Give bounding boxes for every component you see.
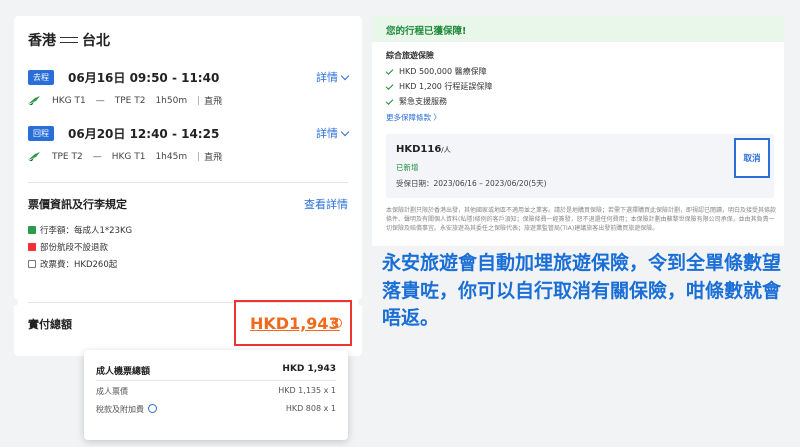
chevron-down-icon xyxy=(340,127,350,136)
no-refund-icon xyxy=(28,243,36,251)
breakdown-head-label: 成人機票總額 xyxy=(96,367,151,377)
breakdown-row: 稅款及附加費 HKD 808 x 1 xyxy=(96,404,336,415)
breakdown-row-label: 稅款及附加費 xyxy=(96,405,144,414)
breakdown-row-label: 成人票價 xyxy=(96,387,128,396)
info-icon[interactable]: i xyxy=(332,318,342,328)
inbound-detail-label: 詳情 xyxy=(316,127,338,140)
outbound-detail-button[interactable]: 詳情 xyxy=(316,69,350,85)
insurance-selection-box: HKD116/人 已新增 受保日期：2023/06/16 – 2023/06/2… xyxy=(386,134,774,198)
rule-refund: 部份航段不設退款 xyxy=(28,241,108,253)
check-icon xyxy=(385,81,394,90)
coverage-text: HKD 1,200 行程延誤保障 xyxy=(399,82,493,91)
airline-logo-icon xyxy=(28,151,40,161)
inbound-type: 直飛 xyxy=(204,153,223,163)
ticket-notch-right xyxy=(358,298,366,306)
info-icon[interactable] xyxy=(148,404,157,413)
outbound-to: TPE T2 xyxy=(114,95,146,106)
insurance-dates: 受保日期：2023/06/16 – 2023/06/20(5天) xyxy=(396,179,547,188)
cancel-insurance-button[interactable]: 取消 xyxy=(734,138,770,178)
more-terms-link[interactable]: 更多保障條款 〉 xyxy=(386,112,441,123)
route-to: 台北 xyxy=(82,33,110,49)
coverage-item: 緊急支援服務 xyxy=(385,96,447,107)
inbound-detail-button[interactable]: 詳情 xyxy=(316,125,350,141)
inbound-segment: 回程 06月20日 12:40 - 14:25 詳情 TPE T2 — HKG … xyxy=(28,124,350,163)
outbound-sep: — xyxy=(95,95,105,106)
breakdown-row-value: HKD 1,135 x 1 xyxy=(278,386,336,395)
rule-refund-text: 部份航段不設退款 xyxy=(40,243,109,253)
outbound-type: 直飛 xyxy=(204,97,223,107)
divider xyxy=(96,380,336,381)
coverage-text: 緊急支援服務 xyxy=(399,97,447,106)
insurance-subtitle: 綜合旅遊保險 xyxy=(386,51,434,60)
outbound-segment: 去程 06月16日 09:50 - 11:40 詳情 HKG T1 — TPE … xyxy=(28,68,350,107)
fare-details-link[interactable]: 查看詳情 xyxy=(304,196,348,212)
insurance-header-text: 您的行程已獲保障! xyxy=(386,26,467,37)
outbound-detail-label: 詳情 xyxy=(316,71,338,84)
outbound-datetime: 06月16日 09:50 - 11:40 xyxy=(68,70,220,85)
total-label: 實付總額 xyxy=(28,318,72,331)
outbound-badge: 去程 xyxy=(28,69,54,85)
total-amount[interactable]: HKD1,943 xyxy=(250,314,340,333)
breakdown-head-value: HKD 1,943 xyxy=(282,364,336,374)
route-title: 香港 台北 xyxy=(28,30,110,50)
insurance-price: HKD116/人 xyxy=(396,144,451,155)
total-highlight-box[interactable]: HKD1,943 i xyxy=(234,300,352,346)
check-icon xyxy=(385,66,394,75)
route-arrow-icon xyxy=(60,37,78,43)
chevron-down-icon xyxy=(340,71,350,80)
inbound-to: HKG T1 xyxy=(111,151,146,162)
rule-baggage-text: 行李額：每成人1*23KG xyxy=(40,226,133,236)
airline-logo-icon xyxy=(28,95,40,105)
annotation-note: 永安旅遊會自動加埋旅遊保險，令到全單條數望落貴咗，你可以自行取消有關保險，咁條數… xyxy=(382,252,782,330)
change-fee-icon xyxy=(28,260,36,268)
breakdown-row-value: HKD 808 x 1 xyxy=(285,404,336,413)
rule-change: 改票費：HKD260起 xyxy=(28,258,117,270)
coverage-item: HKD 500,000 醫療保障 xyxy=(385,66,487,77)
ticket-notch-left xyxy=(10,298,18,306)
rule-baggage: 行李額：每成人1*23KG xyxy=(28,224,132,236)
coverage-text: HKD 500,000 醫療保障 xyxy=(399,67,487,76)
check-icon xyxy=(385,96,394,105)
inbound-duration: 1h45m xyxy=(155,151,188,162)
outbound-duration: 1h50m xyxy=(155,95,188,106)
outbound-from: HKG T1 xyxy=(52,95,86,106)
cancel-label: 取消 xyxy=(743,154,761,164)
breakdown-row: 成人票價 HKD 1,135 x 1 xyxy=(96,386,336,397)
insurance-disclaimer: 本保險計劃只限於香港出發，其他國家或地區不適用並之業客。請於是地購買保險；若需下… xyxy=(386,207,777,232)
insurance-panel: 您的行程已獲保障! 綜合旅遊保險 HKD 500,000 醫療保障 HKD 1,… xyxy=(372,16,784,246)
flight-summary-card: 香港 台北 去程 06月16日 09:50 - 11:40 詳情 HKG T1 … xyxy=(10,16,366,356)
fare-rules-title: 票價資訊及行李規定 xyxy=(28,198,127,211)
route-from: 香港 xyxy=(28,33,56,49)
breakdown-head: 成人機票總額 HKD 1,943 xyxy=(96,364,336,377)
rule-change-text: 改票費：HKD260起 xyxy=(40,260,118,270)
insurance-price-unit: /人 xyxy=(441,146,451,154)
insurance-price-value: HKD116 xyxy=(396,144,442,155)
divider xyxy=(28,182,348,183)
inbound-sep: — xyxy=(92,151,102,162)
insurance-status: 已新增 xyxy=(396,163,419,172)
insurance-header: 您的行程已獲保障! xyxy=(372,16,784,42)
inbound-datetime: 06月20日 12:40 - 14:25 xyxy=(68,126,220,141)
price-breakdown-popup: 成人機票總額 HKD 1,943 成人票價 HKD 1,135 x 1 稅款及附… xyxy=(84,350,348,440)
coverage-item: HKD 1,200 行程延誤保障 xyxy=(385,81,493,92)
inbound-badge: 回程 xyxy=(28,125,54,141)
baggage-icon xyxy=(28,226,36,234)
inbound-from: TPE T2 xyxy=(52,151,83,162)
